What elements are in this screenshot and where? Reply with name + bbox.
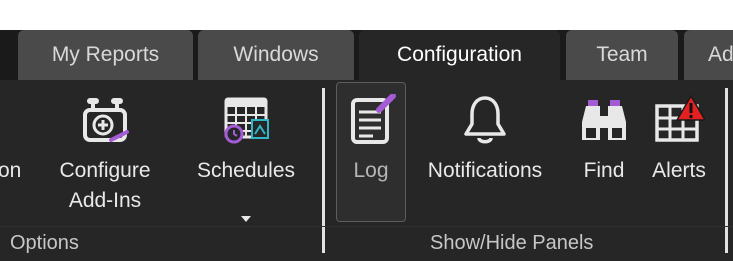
group-separator (322, 88, 325, 253)
find-label: Find (583, 159, 625, 182)
tab-ad[interactable]: Ad (684, 30, 733, 80)
notifications-button[interactable]: Notifications (412, 80, 558, 222)
log-button[interactable]: Log (336, 80, 406, 222)
log-label: Log (353, 159, 389, 182)
group-separator-right (725, 88, 728, 253)
top-strip (0, 0, 733, 30)
ribbon-footer-divider (0, 226, 733, 227)
binoculars-icon (582, 100, 626, 140)
bell-icon (464, 96, 506, 144)
tab-configuration[interactable]: Configuration (359, 30, 560, 80)
add-ins-icon (83, 98, 129, 142)
alerts-label: Alerts (652, 159, 706, 182)
tab-windows[interactable]: Windows (198, 30, 354, 80)
alert-table-icon (655, 94, 705, 142)
log-notepad-icon (351, 94, 396, 144)
chevron-down-icon[interactable] (241, 216, 251, 222)
group-label-options: Options (10, 232, 79, 254)
schedules-label: Schedules (196, 159, 296, 182)
ribbon: on Configure Add-Ins Schedules Options L… (0, 80, 733, 261)
tab-team[interactable]: Team (566, 30, 678, 80)
tab-my-reports[interactable]: My Reports (18, 30, 193, 80)
alerts-button[interactable]: Alerts (642, 80, 716, 222)
schedule-calendar-icon (224, 97, 269, 144)
schedules-button[interactable]: Schedules (186, 80, 306, 222)
find-button[interactable]: Find (571, 80, 637, 222)
tab-bar: My Reports Windows Configuration Team Ad (0, 30, 733, 80)
clipped-command-label[interactable]: on (0, 156, 21, 186)
notifications-label: Notifications (427, 159, 543, 182)
configure-addins-label: Configure Add-Ins (59, 159, 151, 212)
group-label-show-hide-panels: Show/Hide Panels (430, 232, 594, 254)
configure-addins-button[interactable]: Configure Add-Ins (44, 80, 166, 222)
